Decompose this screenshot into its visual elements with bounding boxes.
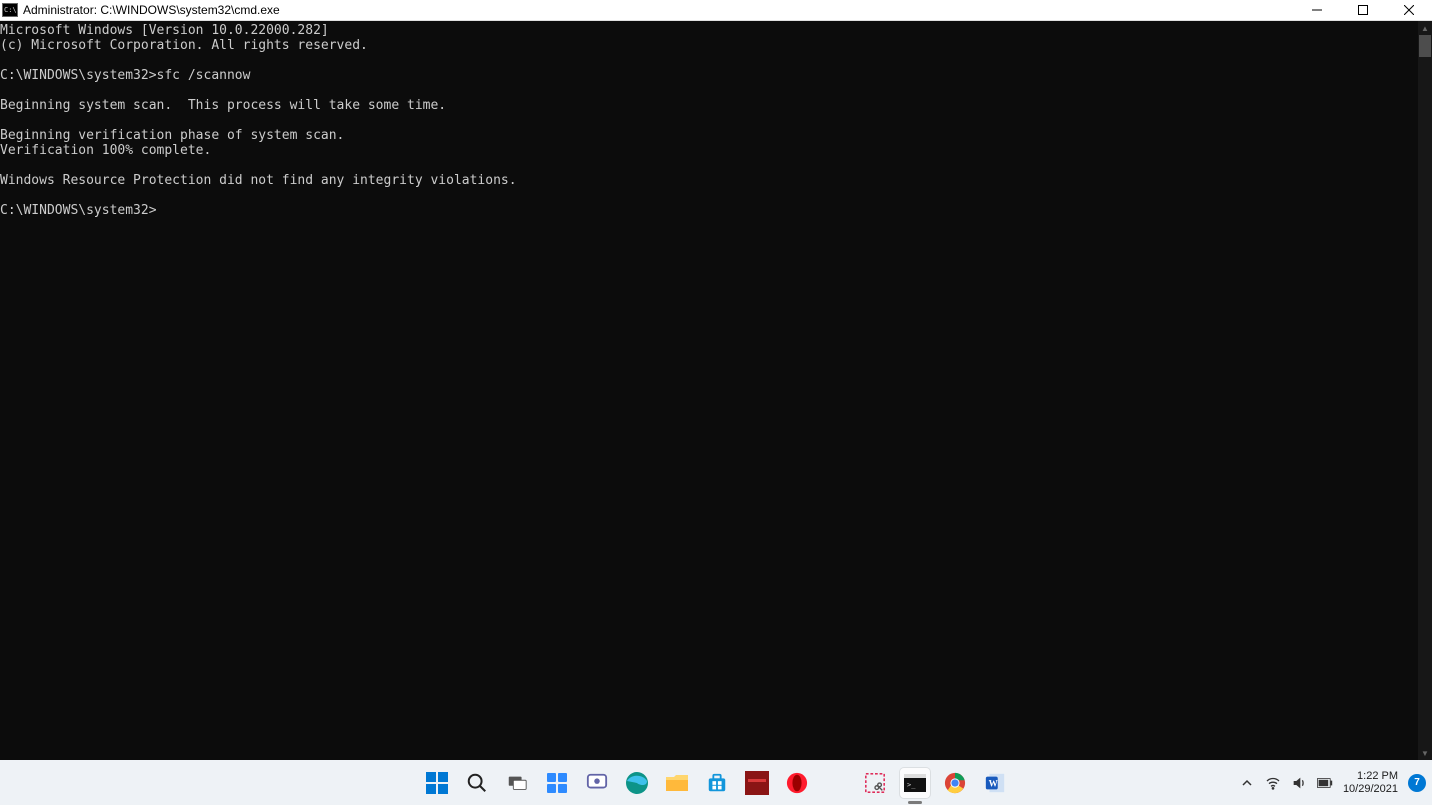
svg-text:>_: >_ [907,781,916,789]
maximize-button[interactable] [1340,0,1386,20]
window-controls [1294,0,1432,20]
console-output[interactable]: Microsoft Windows [Version 10.0.22000.28… [0,21,1418,760]
cmd-icon: C:\ [2,3,18,17]
minimize-button[interactable] [1294,0,1340,20]
search-button[interactable] [462,768,492,798]
chrome-button[interactable] [940,768,970,798]
file-explorer-button[interactable] [662,768,692,798]
scroll-down-arrow-icon[interactable]: ▼ [1418,746,1432,760]
window-title: Administrator: C:\WINDOWS\system32\cmd.e… [23,3,280,17]
opera-button[interactable] [782,768,812,798]
cmd-taskbar-button[interactable]: >_ [900,768,930,798]
app-red-button[interactable] [742,768,772,798]
clock[interactable]: 1:22 PM 10/29/2021 [1343,770,1398,796]
svg-text:W: W [989,778,999,788]
scroll-up-arrow-icon[interactable]: ▲ [1418,21,1432,35]
overflow-chevron-icon[interactable] [1239,775,1255,791]
console-area-wrap: Microsoft Windows [Version 10.0.22000.28… [0,21,1432,760]
close-button[interactable] [1386,0,1432,20]
scrollbar-track[interactable]: ▲ ▼ [1418,21,1432,760]
taskbar: >_ W [0,760,1432,805]
date-text: 10/29/2021 [1343,783,1398,796]
task-view-button[interactable] [502,768,532,798]
taskbar-center: >_ W [422,768,1010,798]
start-button[interactable] [422,768,452,798]
scrollbar-thumb[interactable] [1419,35,1431,57]
word-button[interactable]: W [980,768,1010,798]
battery-icon[interactable] [1317,775,1333,791]
edge-button[interactable] [622,768,652,798]
wifi-icon[interactable] [1265,775,1281,791]
notification-count: 7 [1414,777,1420,788]
microsoft-store-button[interactable] [702,768,732,798]
snip-sketch-button[interactable] [860,768,890,798]
chat-button[interactable] [582,768,612,798]
time-text: 1:22 PM [1343,770,1398,783]
notification-badge[interactable]: 7 [1408,774,1426,792]
system-tray: 1:22 PM 10/29/2021 7 [1239,770,1426,796]
title-bar: C:\ Administrator: C:\WINDOWS\system32\c… [0,0,1432,21]
widgets-button[interactable] [542,768,572,798]
volume-icon[interactable] [1291,775,1307,791]
